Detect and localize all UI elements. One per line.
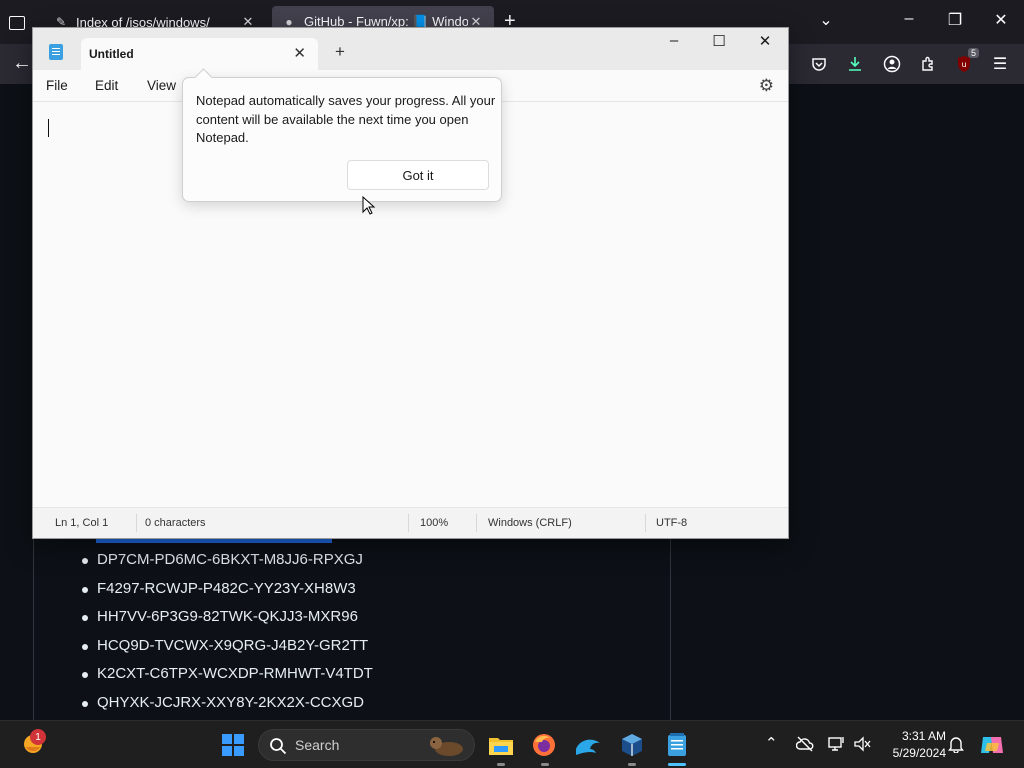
notepad-title-bar[interactable]: Untitled ✕ + – ☐ ✕ [33, 28, 788, 70]
active-indicator [668, 763, 686, 766]
windows-taskbar: 1 Search ⌃ 3:31 AM 5/29/2024 [0, 720, 1024, 768]
character-count: 0 characters [145, 517, 206, 529]
status-divider [408, 514, 409, 532]
display-projection-icon[interactable] [828, 736, 846, 752]
notepad-status-bar: Ln 1, Col 1 0 characters 100% Windows (C… [33, 507, 788, 538]
notepad-tab-title: Untitled [89, 47, 134, 61]
notepad-window: Untitled ✕ + – ☐ ✕ File Edit View ⚙ Ln 1… [32, 27, 789, 539]
svg-text:u: u [961, 60, 966, 69]
autosave-teaching-tip: Notepad automatically saves your progres… [182, 77, 502, 202]
maximize-button[interactable]: ☐ [705, 32, 733, 50]
cursor-position: Ln 1, Col 1 [55, 517, 109, 529]
running-indicator [541, 763, 549, 766]
close-window-button[interactable]: ✕ [989, 10, 1013, 30]
clock-date: 5/29/2024 [892, 746, 946, 760]
firefox-icon[interactable] [529, 730, 559, 760]
close-tab-icon[interactable]: ✕ [293, 44, 306, 62]
widgets-badge: 1 [30, 729, 46, 745]
zoom-level[interactable]: 100% [420, 517, 448, 529]
minimize-button[interactable]: – [660, 32, 688, 49]
notepad-taskbar-icon[interactable] [662, 730, 692, 760]
back-arrow-icon[interactable]: ← [12, 52, 32, 75]
list-item: DP7CM-PD6MC-6BKXT-M8JJ6-RPXGJ [80, 550, 373, 579]
menu-edit[interactable]: Edit [95, 78, 118, 93]
account-icon[interactable] [881, 53, 903, 75]
list-item: K2CXT-C6TPX-WCXDP-RMHWT-V4TDT [80, 664, 373, 693]
restore-button[interactable]: ❐ [943, 10, 967, 30]
line-ending[interactable]: Windows (CRLF) [488, 517, 572, 529]
notepad-app-icon [49, 44, 63, 60]
downloads-icon[interactable] [844, 53, 866, 75]
notification-bell-icon[interactable] [948, 735, 964, 753]
tab-overflow-chevron-icon[interactable]: ⌄ [814, 10, 838, 30]
network-volume-icon[interactable] [853, 736, 871, 752]
minimize-button[interactable]: – [897, 10, 921, 28]
search-highlight-otter-icon [430, 737, 463, 756]
notepad-tab[interactable]: Untitled ✕ [81, 38, 318, 70]
pocket-icon[interactable] [808, 53, 830, 75]
copilot-icon[interactable] [977, 730, 1007, 760]
running-indicator [628, 763, 636, 766]
status-divider [645, 514, 646, 532]
list-item: HH7VV-6P3G9-82TWK-QKJJ3-MXR96 [80, 607, 373, 636]
settings-gear-icon[interactable]: ⚙ [759, 76, 774, 96]
running-indicator [497, 763, 505, 766]
selection-highlight [96, 539, 332, 543]
list-item: HCQ9D-TVCWX-X9QRG-J4B2Y-GR2TT [80, 636, 373, 665]
autosave-message: Notepad automatically saves your progres… [196, 93, 496, 145]
ublock-origin-icon[interactable]: u 5 [953, 48, 979, 75]
status-divider [136, 514, 137, 532]
show-hidden-icons-chevron-icon[interactable]: ⌃ [765, 734, 778, 752]
extensions-icon[interactable] [917, 53, 939, 75]
menu-view[interactable]: View [147, 78, 176, 93]
list-item: QHYXK-JCJRX-XXY8Y-2KX2X-CCXGD [80, 693, 373, 722]
taskbar-search-box[interactable]: Search [258, 729, 475, 761]
file-explorer-icon[interactable] [486, 730, 516, 760]
status-divider [476, 514, 477, 532]
start-windows-icon[interactable] [218, 730, 248, 760]
virtualbox-icon[interactable] [617, 730, 647, 760]
clock-time: 3:31 AM [901, 729, 946, 743]
search-label: Search [295, 737, 340, 753]
ublock-count-badge: 5 [967, 48, 979, 58]
close-window-button[interactable]: ✕ [751, 32, 779, 50]
got-it-button[interactable]: Got it [347, 160, 489, 190]
list-all-tabs-icon[interactable] [6, 12, 26, 32]
search-icon [270, 738, 287, 755]
hamburger-menu-icon[interactable]: ☰ [989, 53, 1011, 75]
encoding[interactable]: UTF-8 [656, 517, 687, 529]
system-clock[interactable]: 3:31 AM 5/29/2024 [880, 728, 946, 762]
new-tab-button[interactable]: + [335, 42, 345, 62]
product-key-list: DP7CM-PD6MC-6BKXT-M8JJ6-RPXGJ F4297-RCWJ… [80, 550, 373, 721]
text-caret [48, 119, 49, 137]
cloud-offline-icon[interactable] [796, 736, 814, 752]
list-item: F4297-RCWJP-P482C-YY23Y-XH8W3 [80, 579, 373, 608]
dolphin-emulator-icon[interactable] [573, 730, 603, 760]
menu-file[interactable]: File [46, 78, 68, 93]
